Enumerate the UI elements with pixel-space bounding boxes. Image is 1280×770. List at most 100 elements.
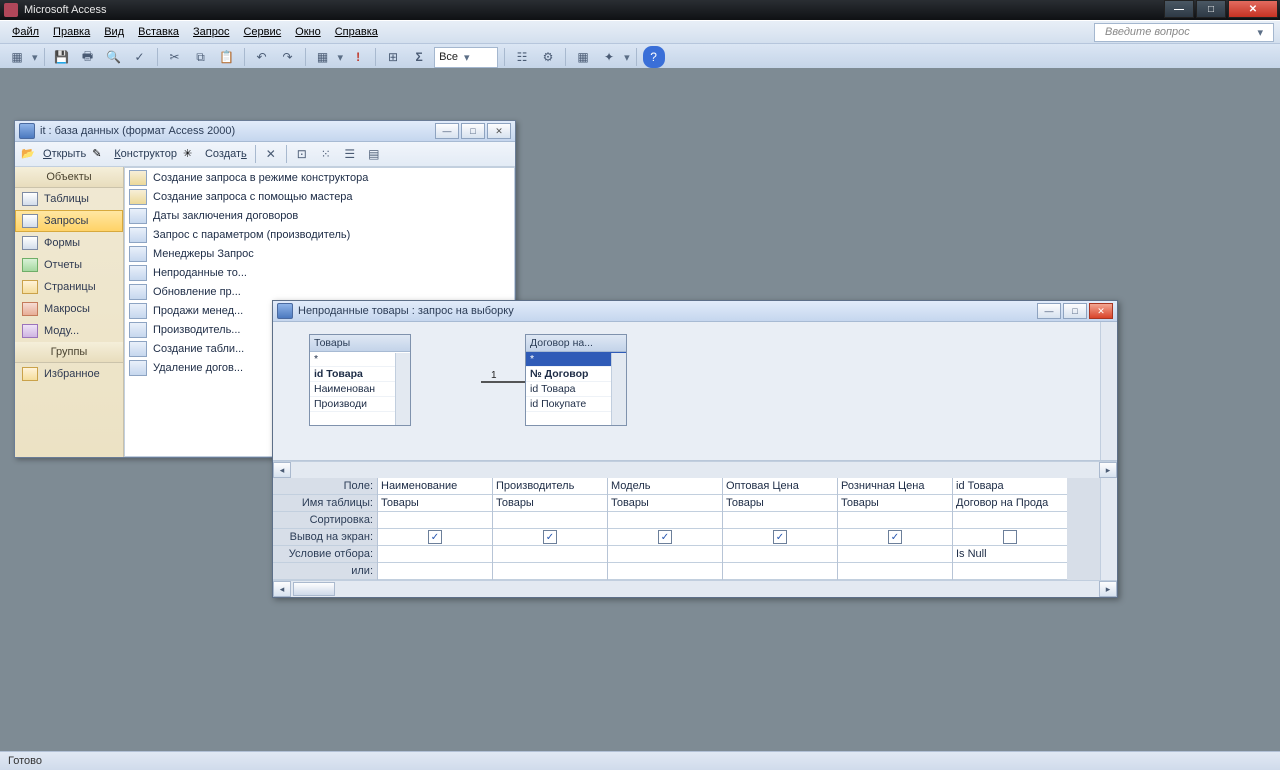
show-checkbox[interactable]: ✓ [378, 529, 492, 546]
delete-button[interactable]: ✕ [260, 143, 282, 165]
grid-column[interactable]: НаименованиеТовары ✓ [377, 478, 492, 580]
list-item[interactable]: Менеджеры Запрос [125, 244, 514, 263]
grid-column[interactable]: ПроизводительТовары ✓ [492, 478, 607, 580]
grid-cell[interactable] [953, 512, 1067, 529]
nav-pages[interactable]: Страницы [15, 276, 123, 298]
scrollbar-vertical[interactable] [611, 353, 626, 425]
scroll-right-icon[interactable]: ▸ [1099, 581, 1117, 597]
design-button[interactable]: Конструктор [110, 146, 181, 162]
view-button[interactable]: ▦ [6, 46, 28, 68]
show-checkbox[interactable]: ✓ [723, 529, 837, 546]
grid-cell[interactable]: Товары [493, 495, 607, 512]
scrollbar-vertical[interactable] [1100, 322, 1117, 460]
grid-cell[interactable] [608, 546, 722, 563]
grid-cell[interactable] [953, 563, 1067, 580]
cut-button[interactable]: ✂ [164, 46, 186, 68]
nav-modules[interactable]: Моду... [15, 320, 123, 342]
grid-cell[interactable] [493, 512, 607, 529]
grid-cell[interactable] [608, 512, 722, 529]
grid-column[interactable]: Оптовая ЦенаТовары ✓ [722, 478, 837, 580]
grid-cell[interactable]: Производитель [493, 478, 607, 495]
scrollbar-vertical[interactable] [395, 353, 410, 425]
grid-cell[interactable]: Розничная Цена [838, 478, 952, 495]
dbwindow-button[interactable]: ▦ [572, 46, 594, 68]
query-design-window[interactable]: Непроданные товары : запрос на выборку —… [272, 300, 1118, 598]
diagram-scrollbar-h[interactable]: ◂ ▸ [273, 461, 1117, 478]
minimize-button[interactable]: — [1164, 0, 1194, 18]
nav-favorites[interactable]: Избранное [15, 363, 123, 385]
grid-cell[interactable] [493, 546, 607, 563]
grid-cell[interactable] [838, 546, 952, 563]
querytype-button[interactable]: ▦ [312, 46, 334, 68]
print-button[interactable]: 🖶 [77, 46, 99, 68]
grid-column[interactable]: МодельТовары ✓ [607, 478, 722, 580]
grid-cell[interactable]: Оптовая Цена [723, 478, 837, 495]
menu-edit[interactable]: Правка [47, 24, 96, 40]
list-item[interactable]: Даты заключения договоров [125, 206, 514, 225]
totals-button[interactable]: Σ [408, 46, 430, 68]
dbwin-close[interactable]: ✕ [487, 123, 511, 139]
list-item[interactable]: Непроданные то... [125, 263, 514, 282]
list-item[interactable]: Создание запроса с помощью мастера [125, 187, 514, 206]
grid-cell[interactable]: Товары [723, 495, 837, 512]
build-button[interactable]: ⚙ [537, 46, 559, 68]
grid-cell[interactable]: Модель [608, 478, 722, 495]
grid-cell[interactable]: Товары [838, 495, 952, 512]
newobj-button[interactable]: ✦ [598, 46, 620, 68]
grid-cell[interactable]: id Товара [953, 478, 1067, 495]
dbwin-maximize[interactable]: □ [461, 123, 485, 139]
run-button[interactable]: ! [347, 46, 369, 68]
grid-cell[interactable]: Наименование [378, 478, 492, 495]
grid-cell[interactable] [838, 512, 952, 529]
show-checkbox[interactable]: ✓ [608, 529, 722, 546]
showtable-button[interactable]: ⊞ [382, 46, 404, 68]
save-button[interactable]: 💾 [51, 46, 73, 68]
qwin-maximize[interactable]: □ [1063, 303, 1087, 319]
nav-forms[interactable]: Формы [15, 232, 123, 254]
scrollbar-vertical[interactable] [1100, 478, 1117, 580]
menu-insert[interactable]: Вставка [132, 24, 185, 40]
grid-cell[interactable] [608, 563, 722, 580]
close-button[interactable]: ✕ [1228, 0, 1278, 18]
help-button[interactable]: ? [643, 46, 665, 68]
grid-column[interactable]: id ТовараДоговор на ПродаIs Null [952, 478, 1067, 580]
menu-help[interactable]: Справка [329, 24, 384, 40]
smallicons-button[interactable]: ⁙ [315, 143, 337, 165]
topvalues-select[interactable]: Все▾ [434, 47, 498, 68]
show-checkbox[interactable] [953, 529, 1067, 546]
grid-cell[interactable]: Товары [378, 495, 492, 512]
menu-view[interactable]: Вид [98, 24, 130, 40]
properties-button[interactable]: ☷ [511, 46, 533, 68]
show-checkbox[interactable]: ✓ [493, 529, 607, 546]
largeicons-button[interactable]: ⊡ [291, 143, 313, 165]
qbe-grid[interactable]: Поле:Имя таблицы:Сортировка:Вывод на экр… [273, 478, 1117, 580]
ask-a-question-input[interactable]: Введите вопрос ▾ [1094, 23, 1274, 42]
qwin-close[interactable]: ✕ [1089, 303, 1113, 319]
list-item[interactable]: Запрос с параметром (производитель) [125, 225, 514, 244]
table-header[interactable]: Товары [310, 335, 410, 352]
table-dogovor[interactable]: Договор на... * № Договор id Товара id П… [525, 334, 627, 426]
list-button[interactable]: ☰ [339, 143, 361, 165]
scrollbar-thumb[interactable] [293, 582, 335, 596]
open-button[interactable]: Открыть [39, 146, 90, 162]
grid-cell[interactable] [723, 512, 837, 529]
grid-cell[interactable]: Договор на Прода [953, 495, 1067, 512]
show-checkbox[interactable]: ✓ [838, 529, 952, 546]
new-button[interactable]: Создать [201, 146, 251, 162]
grid-column[interactable]: Розничная ЦенаТовары ✓ [837, 478, 952, 580]
grid-cell[interactable] [493, 563, 607, 580]
preview-button[interactable]: 🔍 [103, 46, 125, 68]
spell-button[interactable]: ✓ [129, 46, 151, 68]
maximize-button[interactable]: □ [1196, 0, 1226, 18]
menu-file[interactable]: Файл [6, 24, 45, 40]
query-diagram-pane[interactable]: Товары * id Товара Наименован Производи … [273, 322, 1117, 461]
grid-cell[interactable] [723, 546, 837, 563]
copy-button[interactable]: ⧉ [190, 46, 212, 68]
nav-macros[interactable]: Макросы [15, 298, 123, 320]
redo-button[interactable]: ↷ [277, 46, 299, 68]
grid-cell[interactable]: Товары [608, 495, 722, 512]
list-item[interactable]: Создание запроса в режиме конструктора [125, 168, 514, 187]
dbwin-minimize[interactable]: — [435, 123, 459, 139]
nav-tables[interactable]: Таблицы [15, 188, 123, 210]
dbwin-titlebar[interactable]: it : база данных (формат Access 2000) — … [15, 121, 515, 142]
